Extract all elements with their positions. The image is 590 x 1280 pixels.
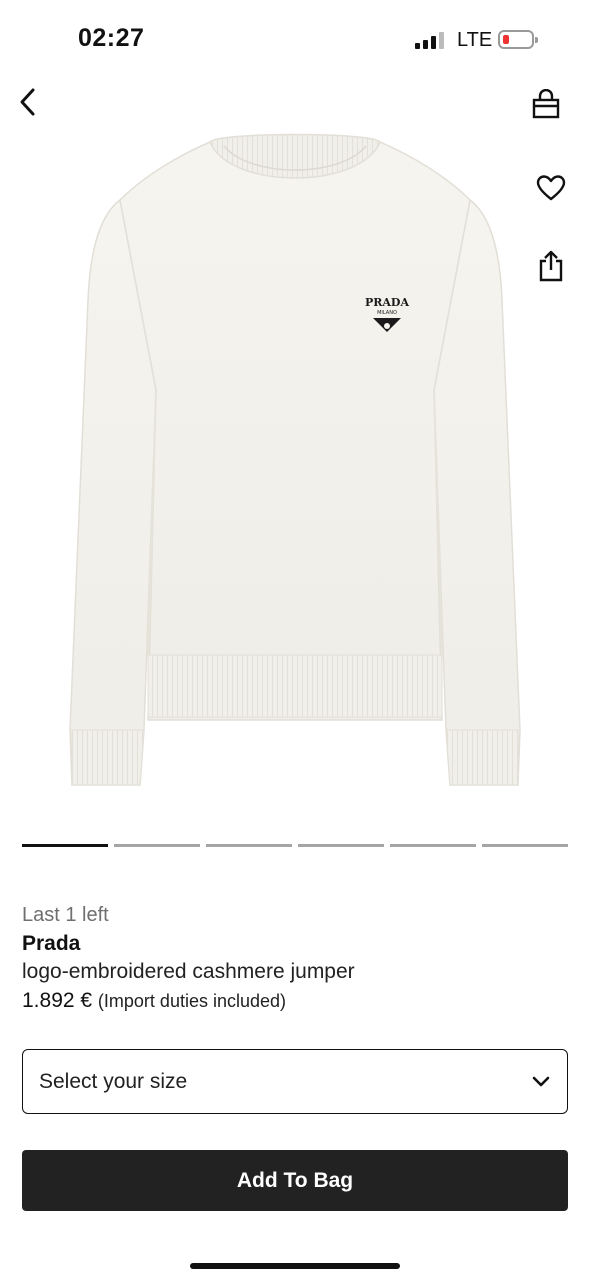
logo-main-text: PRADA	[365, 296, 409, 309]
battery-icon	[498, 30, 538, 49]
wishlist-button[interactable]	[533, 170, 569, 206]
chevron-left-icon	[20, 88, 35, 116]
price-note: (Import duties included)	[97, 991, 287, 1011]
heart-icon	[536, 175, 566, 201]
network-type: LTE	[457, 29, 493, 51]
product-price: 1.892 €	[22, 989, 93, 1012]
share-button[interactable]	[533, 246, 569, 286]
size-select-placeholder: Select your size	[39, 1069, 188, 1093]
home-indicator[interactable]	[190, 1263, 400, 1269]
product-name: logo-embroidered cashmere jumper	[22, 960, 355, 983]
carousel-dot[interactable]	[22, 844, 108, 847]
product-brand[interactable]: Prada	[22, 932, 80, 956]
size-select[interactable]: Select your size	[22, 1049, 568, 1114]
shopping-bag-icon	[532, 89, 560, 119]
stock-note: Last 1 left	[22, 904, 109, 926]
image-carousel-indicator[interactable]	[22, 844, 568, 847]
status-time: 02:27	[78, 24, 145, 52]
carousel-dot[interactable]	[390, 844, 476, 847]
share-icon	[539, 250, 563, 282]
carousel-dot[interactable]	[206, 844, 292, 847]
signal-icon	[415, 31, 444, 49]
carousel-dot[interactable]	[298, 844, 384, 847]
product-image[interactable]: PRADA MILANO	[60, 130, 530, 795]
add-to-bag-button[interactable]: Add To Bag	[22, 1150, 568, 1211]
back-button[interactable]	[10, 84, 46, 120]
bag-button[interactable]	[528, 86, 564, 122]
product-price-line: 1.892 € (Import duties included)	[22, 989, 286, 1013]
chevron-down-icon	[532, 1076, 550, 1086]
carousel-dot[interactable]	[482, 844, 568, 847]
carousel-dot[interactable]	[114, 844, 200, 847]
logo-sub-text: MILANO	[377, 310, 397, 316]
